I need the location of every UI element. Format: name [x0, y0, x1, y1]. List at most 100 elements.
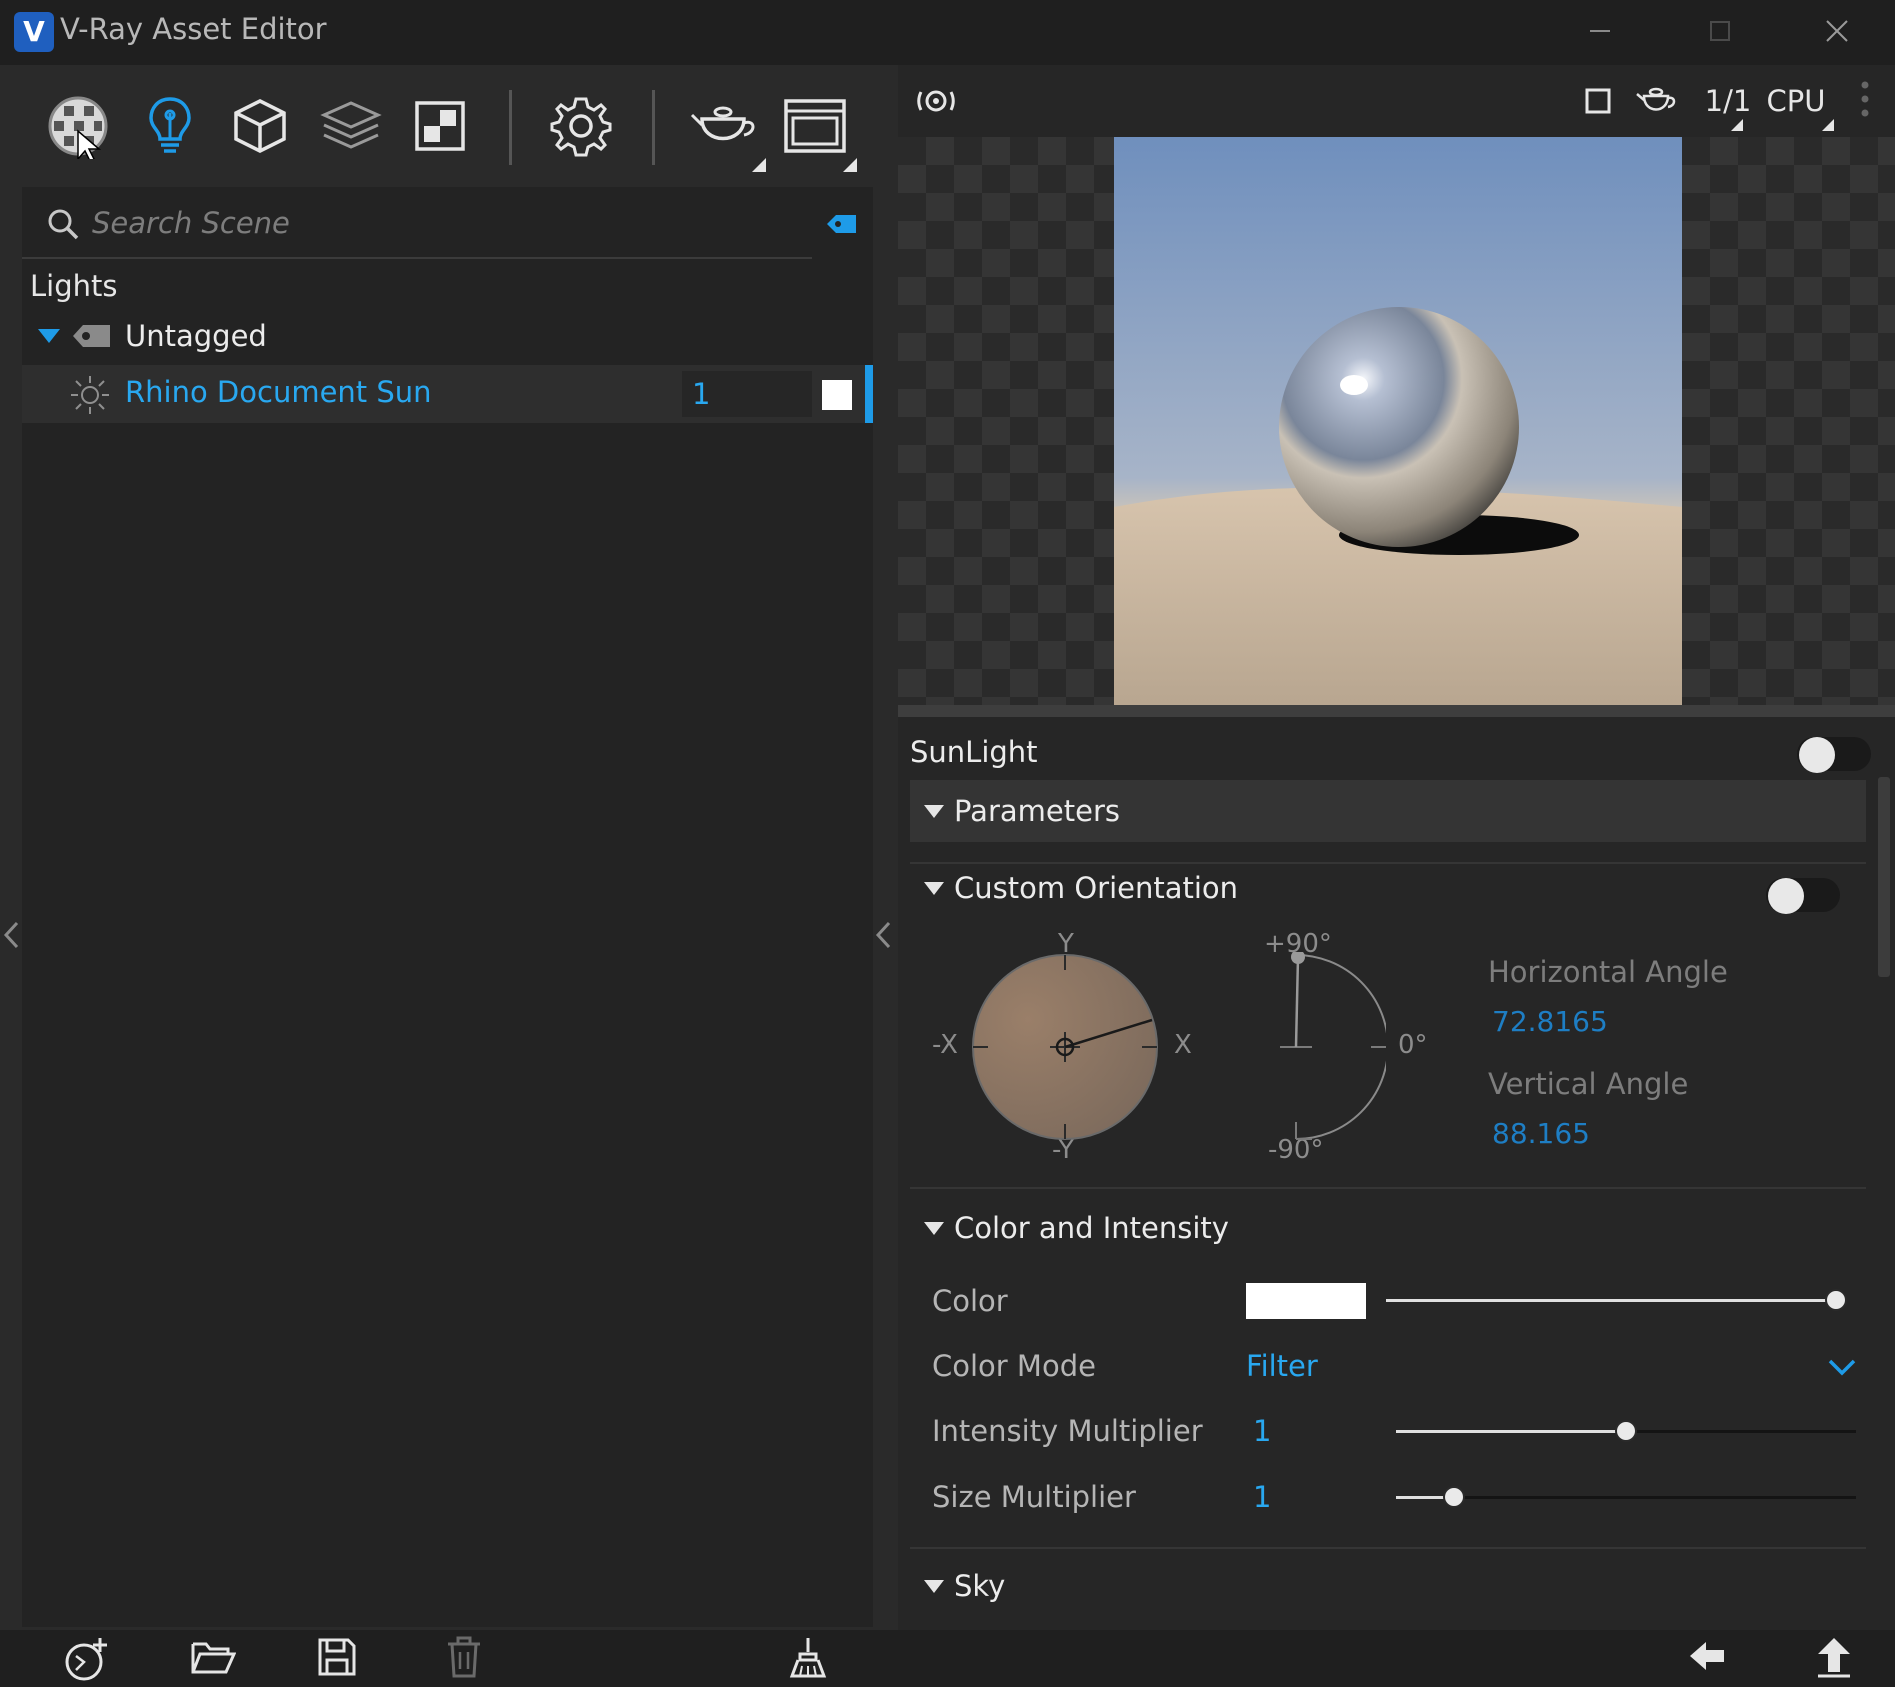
search-input[interactable]	[92, 199, 772, 247]
ratio-options-indicator[interactable]	[1731, 119, 1743, 131]
render-engine-button[interactable]: CPU	[1756, 79, 1836, 123]
frame-buffer-options-indicator[interactable]	[843, 158, 857, 172]
save-button[interactable]	[316, 1636, 366, 1682]
more-options-icon[interactable]	[1859, 79, 1871, 123]
frame-buffer-icon	[784, 99, 846, 153]
minimize-button[interactable]	[1560, 6, 1640, 56]
teapot-icon	[1636, 87, 1676, 111]
preview-render-image	[1114, 137, 1682, 705]
asset-properties: SunLight Parameters Custom Orientation Y…	[898, 717, 1895, 1630]
engine-label: CPU	[1766, 84, 1826, 118]
arrow-up-icon	[1818, 1638, 1850, 1678]
render-elements-tab[interactable]	[407, 93, 473, 159]
list-item[interactable]: Rhino Document Sun 1	[22, 365, 873, 423]
render-button[interactable]	[690, 93, 756, 159]
materials-tab[interactable]	[45, 93, 111, 165]
collapse-caret-icon[interactable]	[38, 329, 60, 343]
color-slider-knob[interactable]	[1825, 1289, 1847, 1311]
export-button[interactable]	[1814, 1636, 1864, 1682]
toolbar-separator	[652, 90, 655, 165]
open-file-button[interactable]	[190, 1636, 240, 1682]
color-mode-dropdown[interactable]: Filter	[1246, 1349, 1318, 1383]
sunlight-enable-toggle[interactable]	[1797, 737, 1871, 773]
vertical-angle-value[interactable]: 88.165	[1492, 1117, 1590, 1150]
trash-icon	[448, 1636, 480, 1678]
arrow-left-icon	[1690, 1642, 1724, 1670]
axis-x-label: X	[1174, 1030, 1192, 1060]
preview-scene-button[interactable]	[1634, 79, 1678, 123]
vertical-angle-dial[interactable]	[1276, 952, 1386, 1142]
rollout-sky[interactable]: Sky	[910, 1555, 1866, 1617]
collapse-panel-icon[interactable]	[874, 920, 894, 950]
rollout-custom-orientation[interactable]: Custom Orientation	[910, 857, 1866, 919]
color-swatch[interactable]	[1246, 1283, 1366, 1319]
rollout-color-intensity[interactable]: Color and Intensity	[910, 1197, 1866, 1259]
asset-name[interactable]: Rhino Document Sun	[125, 375, 432, 409]
close-icon	[1826, 20, 1848, 42]
create-asset-button[interactable]	[62, 1636, 112, 1682]
import-button[interactable]	[1688, 1636, 1738, 1682]
maximize-button[interactable]	[1680, 6, 1760, 56]
search-icon	[48, 209, 79, 240]
engine-options-indicator[interactable]	[1822, 119, 1834, 131]
lights-tab[interactable]	[137, 93, 203, 159]
rollout-label: Custom Orientation	[954, 871, 1239, 905]
broom-icon	[789, 1638, 827, 1678]
purge-unused-button[interactable]	[786, 1636, 836, 1682]
material-preview-area	[898, 137, 1895, 705]
vertical-angle-label: Vertical Angle	[1488, 1067, 1689, 1101]
asset-count: 1	[682, 371, 812, 417]
expand-caret-icon	[924, 882, 944, 895]
rollout-parameters[interactable]: Parameters	[910, 780, 1866, 842]
horizontal-angle-label: Horizontal Angle	[1488, 955, 1728, 989]
size-slider-track[interactable]	[1396, 1496, 1856, 1499]
save-icon	[318, 1638, 356, 1676]
window-title: V-Ray Asset Editor	[60, 12, 327, 46]
size-value[interactable]: 1	[1253, 1480, 1271, 1514]
intensity-value[interactable]: 1	[1253, 1414, 1271, 1448]
search-bar	[22, 187, 873, 260]
settings-tab[interactable]	[548, 93, 614, 159]
render-options-indicator[interactable]	[752, 158, 766, 172]
rollout-label: Sky	[954, 1569, 1006, 1603]
axis-neg-x-label: -X	[932, 1030, 958, 1060]
textures-tab[interactable]	[318, 93, 384, 159]
square-icon	[1585, 88, 1611, 114]
close-button[interactable]	[1797, 6, 1877, 56]
asset-color-swatch[interactable]	[822, 380, 852, 410]
intensity-label: Intensity Multiplier	[932, 1414, 1203, 1448]
settings-icon	[550, 97, 612, 157]
intensity-slider-knob[interactable]	[1615, 1420, 1637, 1442]
frame-buffer-button[interactable]	[782, 93, 848, 159]
preview-pin-button[interactable]	[916, 79, 956, 123]
horizontal-angle-value[interactable]: 72.8165	[1492, 1005, 1608, 1038]
resolution-ratio-button[interactable]: 1/1	[1698, 79, 1758, 123]
create-asset-icon	[65, 1638, 107, 1681]
tag-group-row[interactable]: Untagged	[22, 309, 873, 365]
expand-caret-icon	[924, 1580, 944, 1593]
tag-filter-icon[interactable]	[826, 213, 858, 235]
preview-shape-button[interactable]	[1581, 79, 1615, 123]
minimize-icon	[1590, 30, 1610, 32]
size-slider-knob[interactable]	[1443, 1486, 1465, 1508]
asset-list-panel: Lights Untagged Rhino Document Sun 1	[0, 65, 898, 1630]
color-label: Color	[932, 1284, 1008, 1318]
intensity-slider-fill	[1396, 1430, 1626, 1433]
lights-icon	[149, 97, 191, 153]
properties-scrollbar[interactable]	[1878, 777, 1890, 977]
toolbar-separator	[509, 90, 512, 165]
delete-button[interactable]	[444, 1636, 494, 1682]
chevron-down-icon[interactable]	[1827, 1357, 1857, 1377]
sun-light-icon	[71, 376, 109, 414]
rollout-label: Color and Intensity	[954, 1211, 1229, 1245]
vray-logo-icon: V	[14, 12, 54, 52]
collapse-left-icon[interactable]	[2, 920, 22, 950]
horizontal-angle-dial[interactable]	[970, 952, 1160, 1142]
expand-caret-icon	[924, 805, 944, 818]
custom-orientation-toggle[interactable]	[1766, 878, 1840, 914]
color-slider-fill	[1386, 1299, 1836, 1302]
geometry-tab[interactable]	[227, 93, 293, 159]
geometry-icon	[234, 99, 286, 153]
properties-panel: 1/1 CPU SunLight Parameters Custom Orien…	[898, 65, 1895, 1630]
preview-resize-handle[interactable]	[898, 705, 1895, 717]
